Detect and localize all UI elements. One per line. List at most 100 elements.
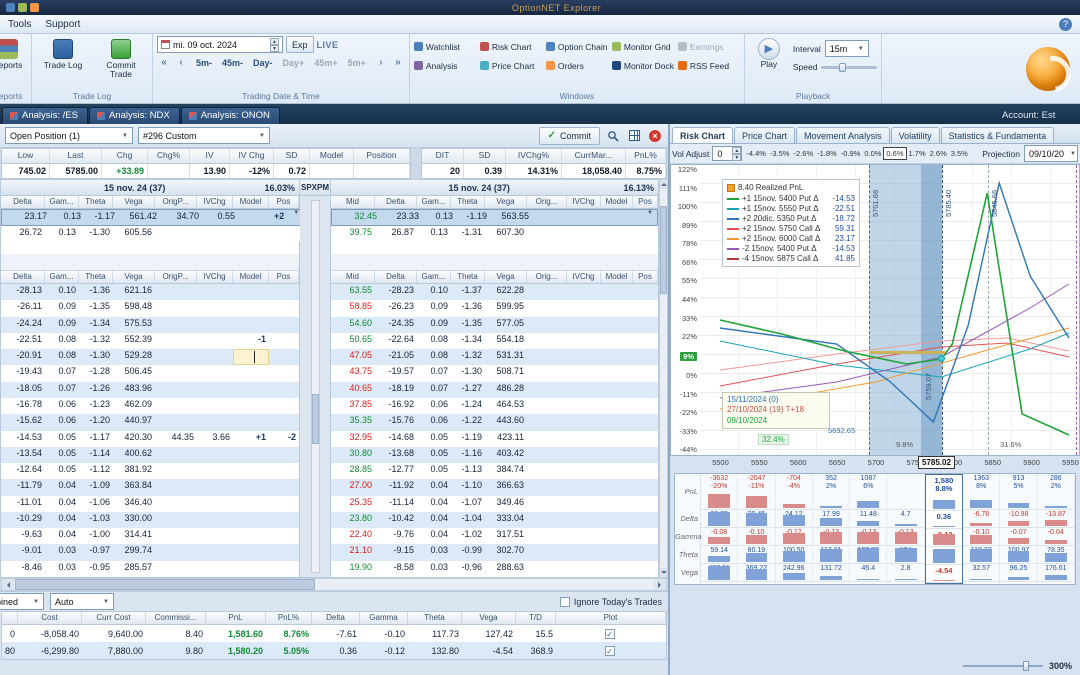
summary-header-cell[interactable]: T/D [516,612,556,624]
auto-select[interactable]: Auto [50,593,114,610]
quick-access-icon[interactable] [30,3,39,12]
cell-model[interactable] [233,496,269,512]
expiry-header-right[interactable]: 15 nov. 24 (37) 16.13% [331,180,658,196]
cell-pos[interactable] [633,226,658,241]
cell-pos[interactable]: +2 [274,210,287,225]
vol-adjust-spinner[interactable]: 0 [712,146,743,161]
chain-header-cell[interactable]: Mid [331,196,375,208]
window-toggle[interactable]: Watchlist [413,39,476,54]
chain-header-cell[interactable]: Vega [485,271,527,283]
scroll-up-arrow[interactable] [660,180,667,189]
time-step-button[interactable]: Day+ [278,56,310,71]
cell-pos[interactable] [633,561,658,577]
cell-model[interactable] [601,414,633,430]
commit-button[interactable]: Commit [538,126,600,145]
analysis-tab[interactable]: Analysis: /ES [2,107,88,124]
exp-button[interactable]: Exp [286,36,314,53]
option-chain-row[interactable]: 23.80 -10.42 0.04 -1.04 333.04 [331,511,658,529]
chain-header-cell[interactable]: Model [233,271,269,283]
cell-pos[interactable] [633,431,658,447]
vol-adjust-arrows[interactable] [732,146,742,161]
scrollbar-thumb[interactable] [15,579,315,590]
legend-item[interactable]: +2 15nov. 5750 Call Δ 59.31 [727,224,855,233]
summary-header-cell[interactable]: Vega [462,612,516,624]
cell-pos[interactable] [269,447,299,463]
legend-item[interactable]: -4 15nov. 5875 Call Δ 41.85 [727,254,855,263]
step-back-fast-button[interactable] [157,56,171,71]
window-toggle[interactable]: Monitor Dock [611,58,674,73]
summary-header-cell[interactable]: Gamma [360,612,408,624]
step-back-button[interactable] [174,56,188,71]
option-chain-row[interactable]: 26.72 0.13 -1.30 605.56 [1,226,305,241]
ignore-todays-trades[interactable]: Ignore Today's Trades [559,596,662,607]
summary-row[interactable]: 80 -6,299.80 7,880.00 9.80 1,580.20 5.05… [2,642,666,659]
summary-header-cell[interactable]: Cost [18,612,82,624]
time-step-button[interactable]: 5m+ [343,56,371,71]
summary-row[interactable]: 0 -8,058.40 9,640.00 8.40 1,581.60 8.76%… [2,625,666,642]
vol-scale-step[interactable]: -1.8% [815,148,839,159]
summary-header-cell[interactable]: PnL [206,612,266,624]
option-chain-row[interactable]: 37.85 -16.92 0.06 -1.24 464.53 [331,397,658,415]
option-chain-row[interactable]: -12.64 0.05 -1.12 381.92 [1,463,299,480]
cell-model[interactable] [233,398,269,414]
chart-plot-area[interactable]: 8.40 Realized PnL +1 15nov. 5400 Put Δ -… [700,164,1080,456]
analysis-tab[interactable]: Analysis: ONON [180,107,280,124]
option-chain-row[interactable]: 39.75 26.87 0.13 -1.31 607.30 [331,226,658,241]
option-chain-row[interactable]: -16.78 0.06 -1.23 462.09 [1,397,299,415]
chain-header-cell[interactable]: Delta [1,196,45,208]
cell-pos[interactable] [269,317,299,333]
cell-pos[interactable] [633,544,658,560]
step-forward-button[interactable] [374,56,388,71]
commit-trade-button[interactable]: Commit Trade [94,36,148,83]
legend-item[interactable]: +2 15nov. 6000 Call Δ 23.17 [727,234,855,243]
strategy-select[interactable]: #296 Custom [138,127,270,144]
chain-header-cell[interactable]: Vega [485,196,527,208]
option-chain-row[interactable]: 47.05 -21.05 0.08 -1.32 531.31 [331,349,658,366]
option-chain-row[interactable]: 35.35 -15.76 0.06 -1.22 443.60 [331,414,658,431]
option-chain-row[interactable]: -20.91 0.08 -1.30 529.28 [1,349,299,366]
cell-pos[interactable] [633,317,658,333]
chain-header-cell[interactable]: IVChg [567,271,601,283]
time-step-button[interactable]: Day- [248,56,278,71]
option-chain-row[interactable]: -8.46 0.03 -0.95 285.57 [1,560,299,577]
vol-scale-step[interactable]: 0.0% [862,148,883,159]
cell-pos[interactable] [269,284,299,300]
combined-select[interactable]: Combined [0,593,44,610]
window-toggle[interactable]: Option Chain [545,39,608,54]
cell-model[interactable] [233,365,269,381]
option-chain-row[interactable]: 40.65 -18.19 0.07 -1.27 486.28 [331,381,658,398]
cell-pos[interactable] [269,496,299,512]
chain-header-cell[interactable]: Delta [1,271,45,283]
scroll-down-arrow[interactable] [660,568,667,577]
chain-header-cell[interactable]: Vega [113,196,155,208]
risk-panel-tab[interactable]: Risk Chart [672,127,734,143]
cell-model[interactable] [601,528,633,544]
option-chain-row[interactable]: -11.01 0.04 -1.06 346.40 [1,495,299,512]
risk-panel-tab[interactable]: Movement Analysis [796,127,890,143]
option-chain-row[interactable]: -26.11 0.09 -1.35 598.48 [1,300,299,317]
option-chain-row[interactable]: 23.17 0.13 -1.17 561.42 34.70 0.55 +2 [1,209,305,226]
option-chain-row[interactable]: -24.24 0.09 -1.34 575.53 [1,316,299,333]
chain-header-cell[interactable]: Delta [375,271,417,283]
play-button[interactable]: Play [749,36,789,69]
vol-scale-step[interactable]: 1.7% [907,148,928,159]
cell-pos[interactable] [269,561,299,577]
cell-pos[interactable] [269,333,299,349]
cell-pos[interactable] [633,398,658,414]
cell-model[interactable] [601,479,633,495]
scroll-left-arrow[interactable] [2,579,14,590]
chain-horizontal-scrollbar[interactable] [1,578,667,591]
interval-select[interactable]: 15m [824,40,869,57]
cell-pos[interactable] [269,512,299,528]
vol-scale-step[interactable]: -0.9% [839,148,863,159]
cell-model[interactable] [601,226,633,241]
cell-pos[interactable] [269,528,299,544]
legend-item[interactable]: +2 20dic. 5350 Put Δ -18.72 [727,214,855,223]
cell-pos[interactable] [633,349,658,365]
title-bar[interactable]: OptionNET Explorer [0,0,1080,15]
cell-pos[interactable] [633,284,658,300]
option-chain-row[interactable]: -28.13 0.10 -1.36 621.16 [1,284,299,301]
option-chain-row[interactable]: 58.85 -26.23 0.09 -1.36 599.95 [331,300,658,317]
window-toggle[interactable]: Earnings [677,39,740,54]
cell-pos[interactable] [633,300,658,316]
